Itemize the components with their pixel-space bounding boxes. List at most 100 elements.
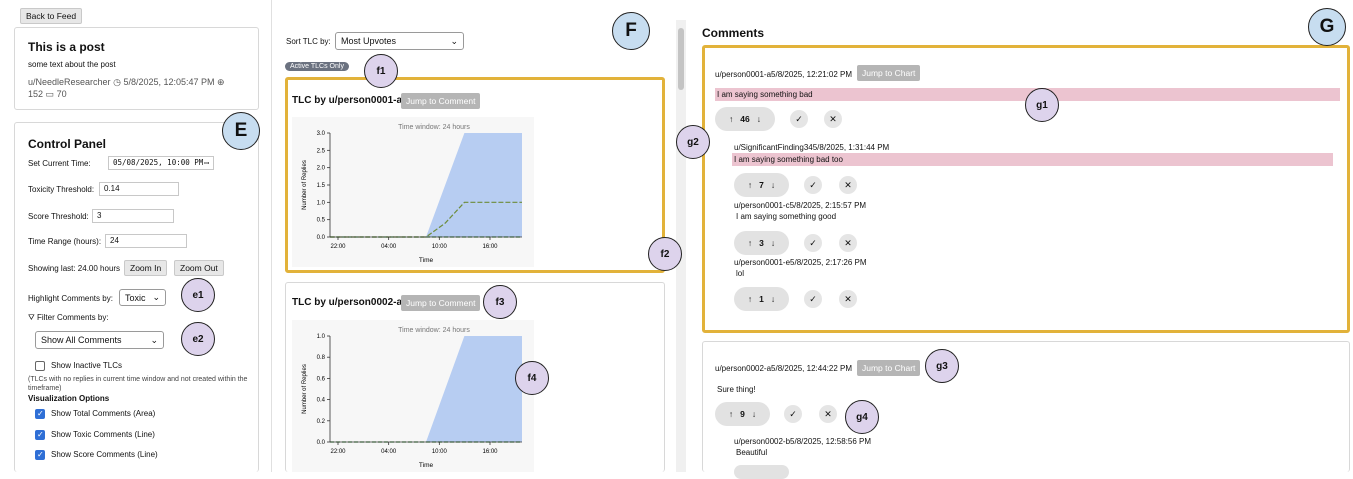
zoom-in-button[interactable]: Zoom In (124, 260, 168, 276)
comment-thread: u/person0002-a5/8/2025, 12:44:22 PM Jump… (702, 341, 1350, 479)
y-tick-label: 1.0 (317, 334, 326, 340)
annotation-label: f1 (364, 54, 398, 88)
back-to-feed-button[interactable]: Back to Feed (20, 8, 83, 24)
reject-x-icon[interactable]: ✕ (839, 176, 857, 194)
viz-option-toxic[interactable]: Show Toxic Comments (Line) (35, 430, 155, 440)
current-time-input[interactable]: 05/08/2025, 10:00 PM ▭ (108, 156, 214, 170)
annotation-label: g2 (676, 125, 710, 159)
reply-header[interactable]: u/person0002-b5/8/2025, 12:58:56 PM (734, 437, 871, 446)
score-comments-checkbox[interactable] (35, 450, 45, 460)
y-tick-label: 0.5 (317, 218, 326, 224)
time-range-input[interactable]: 24 (105, 234, 187, 248)
reply-header[interactable]: u/person0001-c5/8/2025, 2:15:57 PM (734, 201, 866, 210)
downvote-arrow-icon[interactable]: ↓ (752, 409, 756, 419)
downvote-arrow-icon[interactable]: ↓ (771, 180, 775, 190)
upvote-arrow-icon[interactable]: ↑ (729, 114, 733, 124)
post-author[interactable]: u/NeedleResearcher (28, 77, 111, 87)
annotation-label: e2 (181, 322, 215, 356)
vote-control: ↑ 9 ↓ (715, 402, 770, 426)
reply-header[interactable]: u/SignificantFinding345/8/2025, 1:31:44 … (734, 143, 889, 152)
approve-check-icon[interactable]: ✓ (804, 176, 822, 194)
upvote-arrow-icon[interactable]: ↑ (729, 409, 733, 419)
approve-check-icon[interactable]: ✓ (790, 110, 808, 128)
annotation-label: F (612, 12, 650, 50)
viz-options-title: Visualization Options (28, 394, 110, 403)
current-time-value: 05/08/2025, 10:00 PM (113, 158, 204, 167)
annotation-label: G (1308, 8, 1346, 46)
y-tick-label: 0.0 (317, 235, 326, 241)
toxicity-input[interactable]: 0.14 (99, 182, 179, 196)
scrollbar-thumb[interactable] (678, 28, 684, 90)
vote-count: 9 (740, 409, 745, 419)
y-tick-label: 0.8 (317, 355, 326, 361)
active-tlcs-badge[interactable]: Active TLCs Only (285, 62, 349, 71)
annotation-label: g4 (845, 400, 879, 434)
filter-icon: ⛛ (28, 313, 35, 322)
approve-check-icon[interactable]: ✓ (804, 290, 822, 308)
annotation-label: f4 (515, 361, 549, 395)
upvote-arrow-icon[interactable]: ↑ (748, 238, 752, 248)
filter-select-value: Show All Comments (41, 335, 122, 345)
tlc-card-title: TLC by u/person0001-a (292, 95, 403, 106)
post-title: This is a post (28, 40, 105, 54)
zoom-out-button[interactable]: Zoom Out (174, 260, 224, 276)
approve-check-icon[interactable]: ✓ (804, 234, 822, 252)
comment-header[interactable]: u/person0002-a5/8/2025, 12:44:22 PM (715, 364, 852, 373)
jump-to-chart-button[interactable]: Jump to Chart (857, 360, 921, 376)
toxic-comments-checkbox[interactable] (35, 430, 45, 440)
y-axis-label: Number of Replies (302, 364, 308, 414)
x-axis-label: Time (419, 257, 434, 264)
inactive-tlcs-row[interactable]: Show Inactive TLCs (35, 361, 122, 371)
jump-to-comment-button[interactable]: Jump to Comment (401, 295, 481, 311)
downvote-arrow-icon[interactable]: ↓ (757, 114, 761, 124)
filter-select[interactable]: Show All Comments ⌄ (35, 331, 164, 349)
inactive-tlcs-checkbox[interactable] (35, 361, 45, 371)
downvote-arrow-icon[interactable]: ↓ (771, 238, 775, 248)
reject-x-icon[interactable]: ✕ (824, 110, 842, 128)
upvote-circle-icon: ⊕ (217, 77, 225, 87)
viz-option-total[interactable]: Show Total Comments (Area) (35, 409, 155, 419)
reject-x-icon[interactable]: ✕ (819, 405, 837, 423)
upvote-arrow-icon[interactable]: ↑ (748, 180, 752, 190)
showing-text: Showing last: 24.00 hours (28, 264, 121, 273)
calendar-icon[interactable]: ▭ (204, 158, 209, 167)
y-tick-label: 2.5 (317, 148, 326, 154)
jump-to-chart-button[interactable]: Jump to Chart (857, 65, 921, 81)
total-comments-area (330, 336, 522, 442)
post-comment-count: 70 (56, 89, 67, 99)
post-score: 152 (28, 89, 44, 99)
reply-header[interactable]: u/person0001-e5/8/2025, 2:17:26 PM (734, 258, 867, 267)
chevron-down-icon: ⌄ (450, 35, 458, 46)
highlight-select-value: Toxic (125, 292, 146, 303)
total-comments-checkbox[interactable] (35, 409, 45, 419)
reply-text: I am saying something good (736, 212, 837, 221)
highlight-select[interactable]: Toxic ⌄ (119, 289, 166, 306)
reply-text-toxic: I am saying something bad too (732, 153, 1333, 166)
tlc-card: TLC by u/person0001-a Jump to Comment Ti… (285, 77, 665, 273)
jump-to-comment-button[interactable]: Jump to Comment (401, 93, 481, 109)
vote-control: ↑ 3 ↓ (734, 231, 789, 255)
score-threshold-input[interactable]: 3 (92, 209, 174, 223)
x-tick-label: 04:00 (381, 449, 397, 455)
x-tick-label: 16:00 (482, 449, 498, 455)
comment-header[interactable]: u/person0001-a5/8/2025, 12:21:02 PM (715, 70, 852, 79)
x-tick-label: 10:00 (432, 449, 448, 455)
approve-check-icon[interactable]: ✓ (784, 405, 802, 423)
comments-title: Comments (702, 26, 765, 40)
chevron-down-icon: ⌄ (152, 292, 160, 302)
reject-x-icon[interactable]: ✕ (839, 290, 857, 308)
y-tick-label: 0.4 (317, 398, 326, 404)
viz-option-score[interactable]: Show Score Comments (Line) (35, 450, 158, 460)
control-panel: Control Panel Set Current Time: 05/08/20… (14, 122, 259, 472)
annotation-label: g1 (1025, 88, 1059, 122)
post-meta: u/NeedleResearcher ◷ 5/8/2025, 12:05:47 … (28, 76, 258, 100)
highlight-label: Highlight Comments by: (28, 294, 113, 303)
chart-annotation: Time window: 24 hours (398, 327, 470, 334)
upvote-arrow-icon[interactable]: ↑ (748, 294, 752, 304)
y-tick-label: 1.0 (317, 200, 326, 206)
reject-x-icon[interactable]: ✕ (839, 234, 857, 252)
downvote-arrow-icon[interactable]: ↓ (771, 294, 775, 304)
sort-select-value: Most Upvotes (341, 36, 397, 46)
sort-select[interactable]: Most Upvotes ⌄ (335, 32, 464, 50)
x-tick-label: 10:00 (432, 244, 448, 250)
